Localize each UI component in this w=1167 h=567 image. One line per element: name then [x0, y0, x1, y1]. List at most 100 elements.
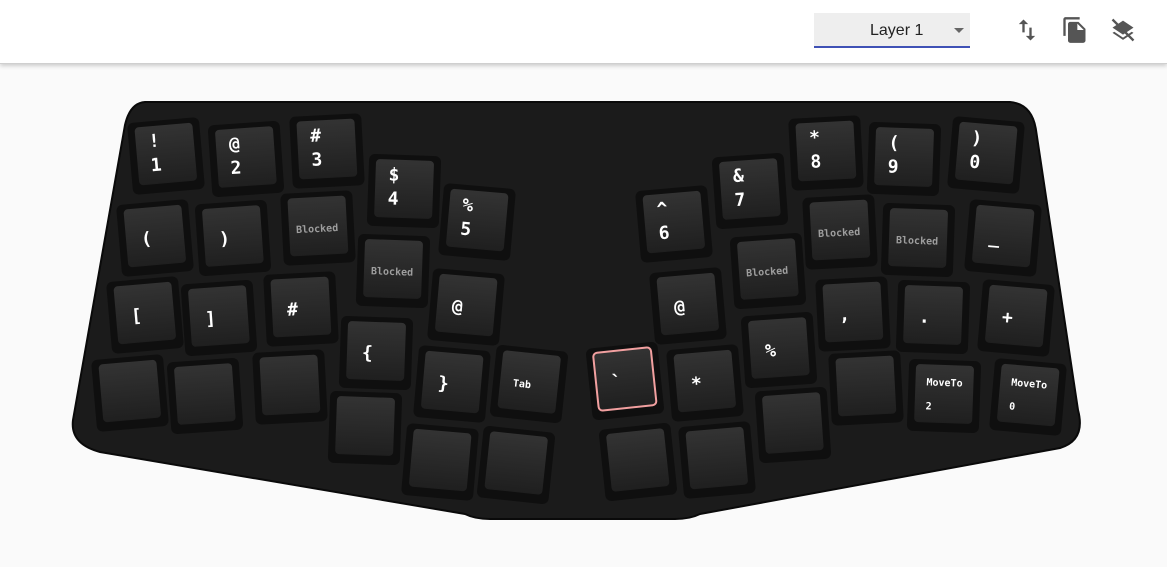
key-legend: # — [286, 299, 298, 321]
key[interactable] — [828, 350, 904, 426]
key[interactable] — [252, 349, 328, 425]
key-legend: @ — [451, 296, 464, 318]
keycap — [914, 364, 974, 424]
key[interactable]: ` — [585, 341, 664, 420]
key-legend: ! — [148, 131, 161, 153]
key[interactable]: } — [413, 345, 491, 423]
key-legend: 6 — [658, 222, 671, 244]
key-legend: Blocked — [818, 227, 861, 240]
key[interactable]: Blocked — [880, 202, 956, 278]
keycap — [903, 285, 963, 345]
keycap — [822, 281, 884, 343]
keycap — [835, 355, 897, 417]
key[interactable]: #3 — [289, 113, 365, 189]
key[interactable] — [166, 357, 244, 435]
key[interactable]: * — [666, 344, 744, 422]
key[interactable]: MoveTo 2 — [906, 358, 982, 434]
key[interactable]: , — [815, 276, 891, 352]
keycap — [985, 284, 1048, 348]
keycap — [972, 204, 1035, 268]
keycap — [215, 126, 277, 188]
keycap — [748, 317, 810, 379]
key[interactable] — [598, 422, 677, 501]
key[interactable]: @2 — [207, 120, 285, 198]
key[interactable]: ^6 — [635, 185, 713, 263]
key-legend: # — [310, 125, 322, 147]
keycap — [795, 120, 857, 182]
key-legend: 4 — [387, 188, 399, 209]
key[interactable]: !1 — [127, 117, 205, 195]
keycap — [374, 159, 434, 219]
key-legend: ) — [970, 128, 983, 150]
keycap — [685, 426, 748, 490]
key-legend: MoveTo — [926, 377, 962, 389]
key-legend: , — [838, 304, 850, 326]
key-legend: 5 — [459, 219, 472, 241]
key[interactable]: Blocked — [729, 232, 807, 310]
key[interactable]: { — [338, 315, 414, 391]
keycap — [335, 396, 395, 456]
key-legend: * — [690, 373, 703, 395]
key-legend: + — [1001, 307, 1014, 329]
keycap — [592, 346, 658, 412]
key[interactable]: $4 — [366, 153, 442, 229]
keycap — [484, 431, 548, 495]
key-legend: 0 — [968, 152, 981, 174]
keycap — [123, 204, 186, 268]
key[interactable]: _ — [964, 199, 1042, 277]
keycap — [113, 281, 176, 345]
key-legend: ) — [218, 228, 230, 250]
key[interactable]: ] — [180, 279, 258, 357]
key[interactable]: % — [740, 311, 818, 389]
keycap — [762, 392, 824, 454]
key[interactable]: ( — [116, 199, 194, 277]
key[interactable]: &7 — [711, 152, 789, 230]
key[interactable]: . — [895, 279, 971, 355]
key-legend: 2 — [925, 401, 931, 412]
key[interactable]: @ — [427, 268, 505, 346]
key[interactable]: )0 — [947, 116, 1025, 194]
key-legend: & — [732, 165, 744, 187]
key[interactable] — [327, 390, 403, 466]
key[interactable]: [ — [106, 276, 184, 354]
key[interactable] — [754, 386, 832, 464]
key[interactable]: + — [977, 279, 1055, 357]
keycap — [997, 363, 1060, 427]
key[interactable]: # — [263, 271, 339, 347]
key-legend: % — [461, 195, 474, 217]
keyboard-view: !1@2#3$4 %5() BlockedBlocked@[] #{} Tab^6&7*… — [71, 101, 1081, 520]
key-legend: ] — [204, 308, 216, 330]
key-legend: 1 — [150, 154, 163, 176]
key[interactable] — [476, 425, 555, 504]
key[interactable]: ) — [194, 199, 272, 277]
keycap — [270, 276, 332, 338]
key-legend: $ — [388, 164, 400, 185]
key-legend: ` — [610, 371, 623, 393]
key-legend: ( — [140, 228, 153, 250]
key-legend: Blocked — [371, 266, 414, 278]
key[interactable]: Blocked — [802, 194, 878, 270]
key[interactable] — [91, 354, 169, 432]
key-legend: . — [919, 307, 931, 328]
key-legend: [ — [130, 305, 143, 327]
key-legend: Blocked — [296, 223, 339, 236]
key[interactable]: Blocked — [280, 190, 356, 266]
key[interactable]: Blocked — [355, 233, 431, 309]
key[interactable] — [678, 421, 756, 499]
key-legend: 8 — [810, 151, 822, 173]
key[interactable]: (9 — [866, 121, 942, 197]
keycap — [409, 428, 472, 492]
keycap — [874, 127, 934, 187]
key[interactable]: %5 — [438, 183, 516, 261]
keycap — [202, 205, 264, 267]
keycap — [421, 350, 484, 414]
keycap — [656, 272, 719, 336]
key-legend: { — [362, 343, 374, 364]
key[interactable]: @ — [649, 267, 727, 345]
keycap — [188, 285, 250, 347]
keycap — [606, 428, 670, 492]
key[interactable]: *8 — [788, 115, 864, 191]
key[interactable] — [401, 423, 479, 501]
key[interactable]: MoveTo0 — [989, 358, 1067, 436]
key[interactable]: Tab — [489, 344, 568, 423]
